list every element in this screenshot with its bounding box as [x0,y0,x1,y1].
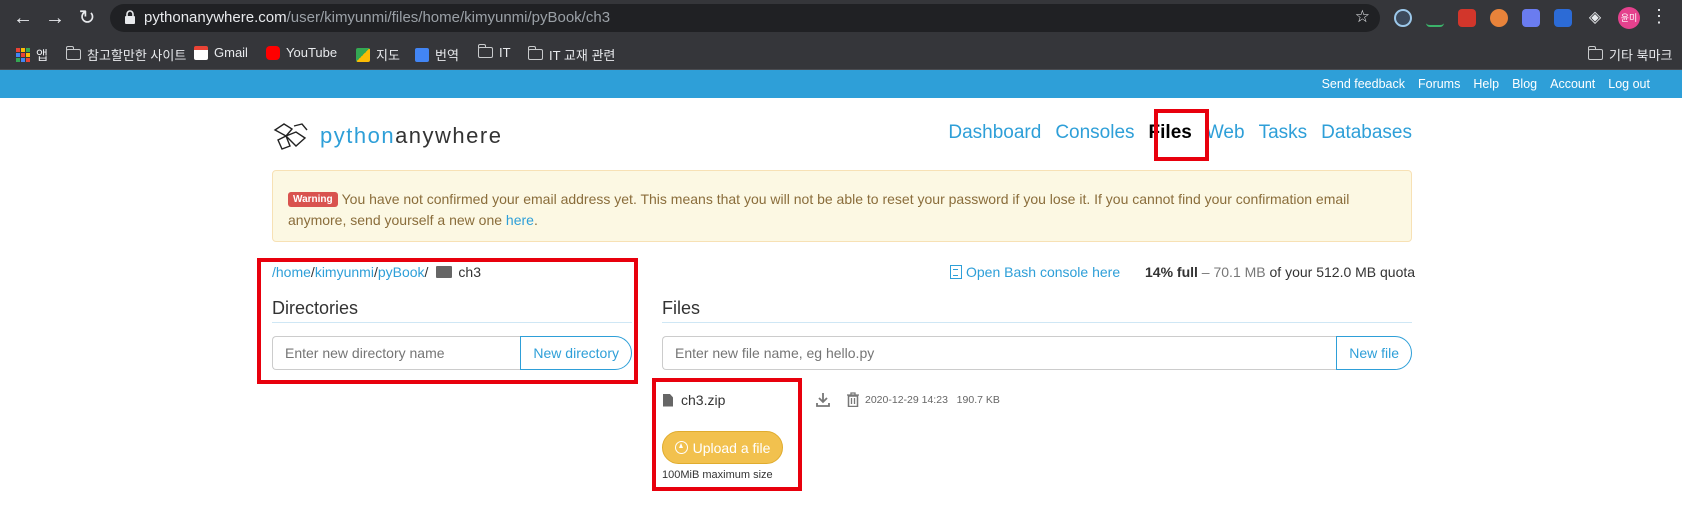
highlight-box-upload [652,378,802,491]
open-bash-console-link[interactable]: Open Bash console here [950,264,1120,280]
account-link[interactable]: Account [1550,77,1595,91]
send-feedback-link[interactable]: Send feedback [1322,77,1405,91]
bookmark-folder-it-books[interactable]: IT 교재 관련 [527,45,615,64]
extension-icon[interactable] [1394,9,1412,27]
email-warning-alert: Warning You have not confirmed your email… [272,170,1412,242]
bookmark-maps[interactable]: 지도 [356,45,400,64]
back-arrow-icon[interactable]: ← [12,7,34,29]
bookmark-folder-reference[interactable]: 참고할만한 사이트 [65,45,186,64]
bookmark-star-icon[interactable]: ☆ [1355,7,1370,27]
pythonanywhere-logo[interactable]: pythonanywhere [272,120,502,152]
snake-logo-icon [273,123,308,150]
storage-quota: 14% full – 70.1 MB of your 512.0 MB quot… [1145,264,1416,280]
extension-wave-icon[interactable] [1426,9,1444,27]
highlight-box-files-nav [1154,109,1209,161]
nav-databases[interactable]: Databases [1321,122,1412,144]
reload-icon[interactable]: ↻ [76,7,98,29]
forward-arrow-icon[interactable]: → [44,7,66,29]
bookmark-apps[interactable]: 앱 [16,45,48,64]
logo-wordmark: pythonanywhere [320,123,503,148]
nav-consoles[interactable]: Consoles [1055,122,1134,144]
files-title: Files [662,298,701,318]
download-icon[interactable] [816,392,830,407]
file-date: 2020-12-29 14:23 [865,394,948,406]
folder-icon [65,46,81,60]
bookmark-translate[interactable]: 번역 [415,45,459,64]
gmail-icon [194,45,208,60]
url-text[interactable]: pythonanywhere.com/user/kimyunmi/files/h… [144,9,610,26]
address-bar[interactable]: pythonanywhere.com/user/kimyunmi/files/h… [110,4,1380,32]
file-size: 190.7 KB [956,394,1000,406]
help-link[interactable]: Help [1473,77,1499,91]
bookmarks-bar: 앱 참고할만한 사이트 Gmail YouTube 지도 번역 IT IT 교재… [0,36,1682,70]
extension-orange-icon[interactable] [1490,9,1508,27]
bookmark-folder-it[interactable]: IT [477,44,511,60]
bookmark-other[interactable]: 기타 북마크 [1587,45,1672,64]
highlight-box-directories [257,258,638,384]
more-menu-icon[interactable]: ⋮ [1650,6,1668,27]
profile-avatar[interactable]: 윤미 [1618,7,1640,29]
forums-link[interactable]: Forums [1418,77,1460,91]
warning-badge: Warning [288,192,338,207]
lock-icon [125,10,135,24]
new-file-button[interactable]: New file [1336,336,1412,370]
files-divider [662,322,1412,323]
nav-tasks[interactable]: Tasks [1259,122,1308,144]
bookmark-gmail[interactable]: Gmail [194,45,248,60]
file-meta: 2020-12-29 14:23 190.7 KB [865,394,1000,406]
trash-icon[interactable] [846,392,860,407]
nav-dashboard[interactable]: Dashboard [948,122,1041,144]
bookmark-youtube[interactable]: YouTube [266,45,337,60]
folder-icon [527,46,543,60]
maps-icon [356,47,370,62]
translate-icon [415,47,429,62]
youtube-icon [266,45,280,60]
warning-text: You have not confirmed your email addres… [288,191,1350,228]
folder-icon [1587,46,1603,60]
extension-purple-icon[interactable] [1522,9,1540,27]
new-file-group: New file [662,336,1412,370]
nav-web[interactable]: Web [1206,122,1245,144]
logout-link[interactable]: Log out [1608,77,1650,91]
new-file-input[interactable] [662,336,1337,370]
extension-m-icon[interactable] [1554,9,1572,27]
extension-book-icon[interactable] [1458,9,1476,27]
apps-grid-icon [16,47,30,62]
resend-email-link[interactable]: here [506,212,534,228]
browser-toolbar: ← → ↻ pythonanywhere.com/user/kimyunmi/f… [0,0,1682,36]
site-topbar: Send feedback Forums Help Blog Account L… [0,70,1682,98]
blog-link[interactable]: Blog [1512,77,1537,91]
folder-icon [477,44,493,58]
document-icon [950,265,962,279]
puzzle-icon[interactable]: ◈ [1586,9,1604,27]
